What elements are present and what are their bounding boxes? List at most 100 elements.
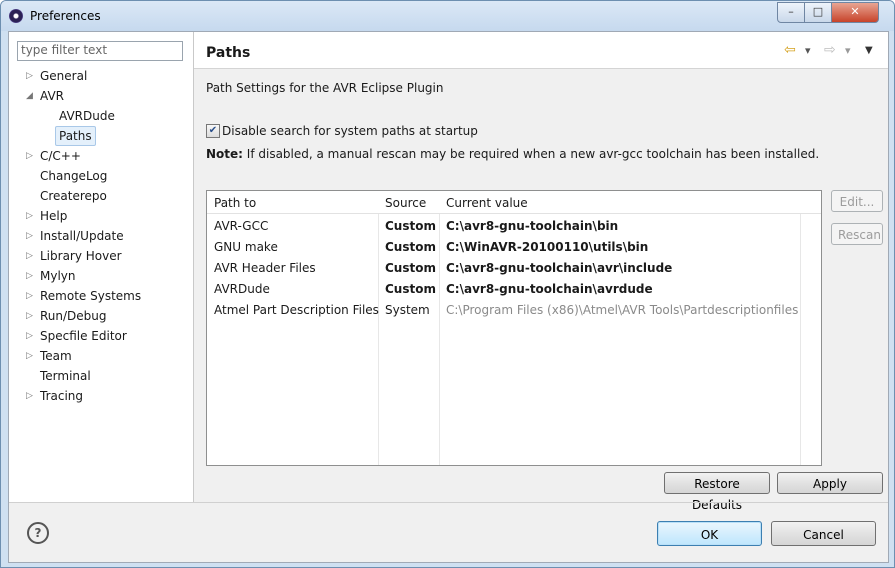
cancel-button[interactable]: Cancel [771,521,876,546]
maximize-button[interactable]: □ [804,2,832,23]
tree-item-label: Library Hover [40,249,122,263]
minimize-button[interactable]: – [777,2,805,23]
expand-arrow-icon[interactable]: ▷ [26,327,36,345]
tree-item-label: ChangeLog [40,169,108,183]
tree-item-changelog[interactable]: ChangeLog [9,167,193,185]
column-header-value[interactable]: Current value [446,196,528,210]
tree-item-label: AVR [40,89,64,103]
cell-source: System [385,303,430,317]
table-row[interactable]: GNU make Custom C:\WinAVR-20100110\utils\b… [207,237,801,258]
rescan-button[interactable]: Rescan [831,223,883,245]
expand-arrow-icon[interactable]: ▷ [26,207,36,225]
left-panel: ▷ General ◢ AVR AVRDude Paths ▷ C/C++ ChangeLog C… [9,32,193,502]
tree-item-help[interactable]: ▷ Help [9,207,193,225]
edit-button[interactable]: Edit... [831,190,883,212]
tree-item-remote-systems[interactable]: ▷ Remote Systems [9,287,193,305]
tree-item-label: C/C++ [40,149,81,163]
cell-source: Custom [385,282,436,296]
column-header-source[interactable]: Source [385,196,426,210]
disable-search-label[interactable]: Disable search for system paths at start… [222,124,478,138]
filter-box[interactable] [17,41,183,61]
table-row[interactable]: AVRDude Custom C:\avr8-gnu-toolchain\avrdu… [207,279,801,300]
cell-value: C:\avr8-gnu-toolchain\avr\include [446,261,673,275]
disable-search-checkbox[interactable]: ✔ [206,124,220,138]
expand-arrow-icon[interactable]: ▷ [26,307,36,325]
tree-item-terminal[interactable]: Terminal [9,367,193,385]
expand-arrow-icon[interactable]: ▷ [26,247,36,265]
cell-path: GNU make [214,240,278,254]
view-menu-icon[interactable]: ▼ [865,45,873,56]
collapse-arrow-icon[interactable]: ◢ [26,87,36,105]
tree-item-label: Install/Update [40,229,124,243]
note-prefix: Note: [206,147,243,161]
table-row[interactable]: AVR-GCC Custom C:\avr8-gnu-toolchain\bin [207,216,801,237]
filter-input[interactable] [18,42,179,58]
tree-item-label: Paths [55,126,96,146]
tree-item-specfile-editor[interactable]: ▷ Specfile Editor [9,327,193,345]
cell-value: C:\Program Files (x86)\Atmel\AVR Tools\P… [446,303,799,317]
expand-arrow-icon[interactable]: ▷ [26,227,36,245]
expand-arrow-icon[interactable]: ▷ [26,147,36,165]
cell-value: C:\avr8-gnu-toolchain\bin [446,219,619,233]
tree-item-label: Remote Systems [40,289,142,303]
ok-button[interactable]: OK [657,521,762,546]
tree-item-mylyn[interactable]: ▷ Mylyn [9,267,193,285]
right-panel: Paths ⇦ ▾ ⇨ ▾ ▼ Path Settings for the AV… [194,32,888,512]
tree-item-c-c-[interactable]: ▷ C/C++ [9,147,193,165]
close-button[interactable]: ✕ [831,2,879,23]
tree-item-avr[interactable]: ◢ AVR [9,87,193,105]
back-dropdown-icon[interactable]: ▾ [805,44,811,57]
paths-table[interactable]: Path to Source Current value AVR-GCC Cust… [206,190,822,466]
expand-arrow-icon[interactable]: ▷ [26,267,36,285]
forward-arrow-icon[interactable]: ⇨ [824,42,836,58]
column-header-path[interactable]: Path to [214,196,256,210]
expand-arrow-icon[interactable]: ▷ [26,347,36,365]
tree-item-label: Help [40,209,68,223]
dialog-body: ▷ General ◢ AVR AVRDude Paths ▷ C/C++ ChangeLog C… [8,31,889,563]
window-title: Preferences [30,9,101,23]
help-icon[interactable]: ? [27,522,49,544]
cell-path: AVR Header Files [214,261,316,275]
tree-item-label: AVRDude [59,109,115,123]
cell-value: C:\WinAVR-20100110\utils\bin [446,240,649,254]
bottom-separator [9,502,888,503]
cell-value: C:\avr8-gnu-toolchain\avrdude [446,282,653,296]
cell-path: AVR-GCC [214,219,269,233]
tree-item-label: Run/Debug [40,309,107,323]
page-description: Path Settings for the AVR Eclipse Plugin [206,81,444,95]
tree-item-tracing[interactable]: ▷ Tracing [9,387,193,405]
tree-item-label: Tracing [40,389,84,403]
forward-dropdown-icon[interactable]: ▾ [845,44,851,57]
restore-defaults-button[interactable]: Restore Defaults [664,472,770,512]
tree-item-team[interactable]: ▷ Team [9,347,193,365]
cell-source: Custom [385,219,436,233]
tree-item-paths[interactable]: Paths [9,126,193,146]
tree-item-createrepo[interactable]: Createrepo [9,187,193,205]
expand-arrow-icon[interactable]: ▷ [26,287,36,305]
eclipse-icon [9,9,23,23]
cell-source: Custom [385,240,436,254]
cell-path: Atmel Part Description Files [214,303,379,317]
tree-item-label: Mylyn [40,269,76,283]
tree-item-run-debug[interactable]: ▷ Run/Debug [9,307,193,325]
tree-item-library-hover[interactable]: ▷ Library Hover [9,247,193,265]
cell-source: Custom [385,261,436,275]
note-text: Note: If disabled, a manual rescan may b… [206,147,819,161]
apply-button[interactable]: Apply [777,472,883,494]
tree-item-label: Createrepo [40,189,107,203]
tree-item-avrdude[interactable]: AVRDude [9,107,193,125]
tree-item-label: General [40,69,88,83]
page-title: Paths [206,45,251,61]
table-row[interactable]: Atmel Part Description Files System C:\Pro… [207,300,801,321]
expand-arrow-icon[interactable]: ▷ [26,67,36,85]
title-bar[interactable]: Preferences – □ ✕ [1,1,894,31]
expand-arrow-icon[interactable]: ▷ [26,387,36,405]
table-header: Path to Source Current value [207,191,821,214]
tree-item-label: Team [40,349,72,363]
tree-item-general[interactable]: ▷ General [9,67,193,85]
back-arrow-icon[interactable]: ⇦ [784,42,796,58]
preferences-window: Preferences – □ ✕ ▷ General ◢ AVR AVRDude Pat… [0,0,895,568]
tree-item-install-update[interactable]: ▷ Install/Update [9,227,193,245]
page-header: Paths ⇦ ▾ ⇨ ▾ ▼ [194,32,888,69]
table-row[interactable]: AVR Header Files Custom C:\avr8-gnu-toolch… [207,258,801,279]
